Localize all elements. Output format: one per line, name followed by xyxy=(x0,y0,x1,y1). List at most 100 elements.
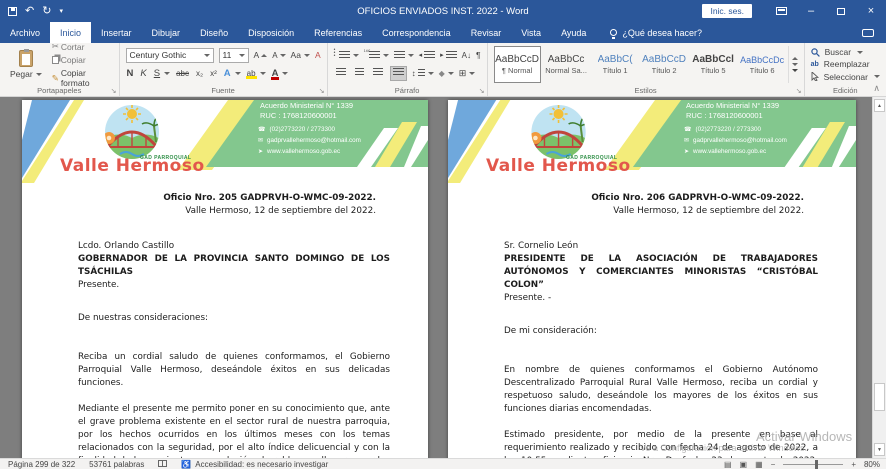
tab-referencias[interactable]: Referencias xyxy=(304,22,372,43)
restore-button[interactable] xyxy=(826,0,856,22)
clear-formatting-button[interactable]: A xyxy=(315,50,321,60)
ribbon-display-options-button[interactable] xyxy=(766,0,796,22)
style-normal[interactable]: AaBbCcD ¶ Normal xyxy=(494,46,541,83)
minimize-button[interactable]: – xyxy=(796,0,826,22)
select-button[interactable]: Seleccionar xyxy=(811,71,880,83)
document-area[interactable]: Acuerdo Ministerial N° 1339 RUC : 176812… xyxy=(0,97,886,458)
font-name-combo[interactable]: Century Gothic xyxy=(126,48,214,63)
tab-insertar[interactable]: Insertar xyxy=(91,22,142,43)
multilevel-list-button[interactable] xyxy=(394,51,414,60)
tab-disposicion[interactable]: Disposición xyxy=(238,22,304,43)
scrollbar-thumb[interactable] xyxy=(874,383,885,411)
accessibility-icon: ♿ xyxy=(181,460,191,469)
accessibility-status[interactable]: ♿Accesibilidad: es necesario investigar xyxy=(181,460,328,469)
styles-dialog-launcher-icon[interactable]: ↘ xyxy=(796,87,802,95)
close-button[interactable]: × xyxy=(856,0,886,22)
vertical-scrollbar[interactable]: ▲ ▼ xyxy=(872,97,886,458)
highlight-color-button[interactable]: ab xyxy=(246,69,266,78)
quick-access-toolbar: ↶ ↻ ▾ xyxy=(0,6,120,17)
scroll-down-button[interactable]: ▼ xyxy=(874,443,885,456)
word-count[interactable]: 53761 palabras xyxy=(89,460,144,469)
redo-icon[interactable]: ↻ xyxy=(42,6,51,17)
align-left-button[interactable] xyxy=(334,67,348,80)
print-layout-icon[interactable]: ▣ xyxy=(740,460,748,469)
font-dialog-launcher-icon[interactable]: ↘ xyxy=(319,87,325,95)
undo-icon[interactable]: ↶ xyxy=(25,6,34,17)
numbering-button[interactable] xyxy=(364,51,389,60)
tab-correspondencia[interactable]: Correspondencia xyxy=(372,22,461,43)
customize-qat-icon[interactable]: ▾ xyxy=(59,8,63,15)
style-titulo-1[interactable]: AaBbC( Título 1 xyxy=(592,46,639,83)
styles-scroll-down-icon[interactable] xyxy=(792,63,798,66)
paste-button[interactable]: Pegar xyxy=(6,46,46,83)
zoom-slider-thumb[interactable] xyxy=(815,460,818,469)
scroll-up-button[interactable]: ▲ xyxy=(874,99,885,112)
tab-revisar[interactable]: Revisar xyxy=(461,22,512,43)
align-right-button[interactable] xyxy=(371,67,385,80)
underline-button[interactable]: S xyxy=(153,68,170,79)
style-titulo-2[interactable]: AaBbCcD Título 2 xyxy=(641,46,688,83)
justify-button[interactable] xyxy=(390,66,407,81)
sign-in-button[interactable]: Inic. ses. xyxy=(702,4,752,18)
shading-button[interactable]: ◆ xyxy=(439,69,454,78)
tab-dibujar[interactable]: Dibujar xyxy=(142,22,191,43)
page-indicator[interactable]: Página 299 de 322 xyxy=(8,460,75,469)
bullets-button[interactable] xyxy=(334,51,359,60)
text-effects-button[interactable]: A xyxy=(223,68,241,79)
subscript-button[interactable]: x₂ xyxy=(195,69,204,78)
grow-font-button[interactable]: A xyxy=(254,50,268,60)
zoom-level[interactable]: 80% xyxy=(864,460,880,469)
zoom-out-button[interactable]: − xyxy=(771,460,776,469)
save-icon[interactable] xyxy=(8,7,17,16)
letterhead-acuerdo: Acuerdo Ministerial N° 1339 xyxy=(260,101,353,111)
align-center-button[interactable] xyxy=(353,67,366,80)
replace-button[interactable]: ab Reemplazar xyxy=(811,58,880,70)
clipboard-dialog-launcher-icon[interactable]: ↘ xyxy=(111,87,117,95)
borders-button[interactable]: ⊞ xyxy=(459,68,476,79)
page-1-body[interactable]: Oficio Nro. 205 GADPRVH-O-WMC-09-2022. V… xyxy=(22,183,428,458)
italic-button[interactable]: K xyxy=(139,68,147,79)
format-painter-button[interactable]: ✎Copiar formato xyxy=(52,68,109,88)
read-mode-icon[interactable]: ▤ xyxy=(724,460,732,469)
proofing-status[interactable] xyxy=(158,460,167,467)
find-button[interactable]: Buscar xyxy=(811,46,880,58)
cut-button[interactable]: ✂Cortar xyxy=(52,41,109,52)
font-color-button[interactable]: A xyxy=(271,68,289,79)
copy-icon xyxy=(52,56,59,64)
tab-archivo[interactable]: Archivo xyxy=(0,22,50,43)
strikethrough-button[interactable]: abc xyxy=(175,69,190,78)
zoom-in-button[interactable]: + xyxy=(851,460,856,469)
bold-button[interactable]: N xyxy=(126,68,135,79)
paragraph-dialog-launcher-icon[interactable]: ↘ xyxy=(479,87,485,95)
styles-gallery-expand-icon[interactable] xyxy=(792,69,798,72)
font-size-combo[interactable]: 11 xyxy=(219,48,249,63)
tab-vista[interactable]: Vista xyxy=(511,22,551,43)
document-page-2[interactable]: Acuerdo Ministerial N° 1339 RUC : 176812… xyxy=(448,100,856,458)
zoom-slider[interactable] xyxy=(783,464,843,465)
shrink-font-button[interactable]: A xyxy=(272,51,285,60)
oficio-date: Valle Hermoso, 12 de septiembre del 2022… xyxy=(78,205,376,218)
increase-indent-button[interactable]: ▸ xyxy=(440,51,457,60)
tell-me-box[interactable]: ¿Qué desea hacer? xyxy=(596,22,702,43)
superscript-button[interactable]: x² xyxy=(209,69,218,78)
style-normal-sangria[interactable]: AaBbCc Normal Sa... xyxy=(543,46,590,83)
collapse-ribbon-icon[interactable]: ∧ xyxy=(873,83,880,94)
copy-button[interactable]: Copiar xyxy=(52,55,109,65)
decrease-indent-button[interactable]: ◂ xyxy=(419,51,436,60)
web-layout-icon[interactable]: ▦ xyxy=(755,460,763,469)
line-spacing-button[interactable]: ↕ xyxy=(412,69,434,78)
document-page-1[interactable]: Acuerdo Ministerial N° 1339 RUC : 176812… xyxy=(22,100,428,458)
sort-button[interactable]: A↓ xyxy=(462,51,471,60)
select-label: Seleccionar xyxy=(824,72,868,82)
page-2-body[interactable]: Oficio Nro. 206 GADPRVH-O-WMC-09-2022. V… xyxy=(448,183,856,458)
feedback-button[interactable] xyxy=(862,22,874,43)
style-titulo-5[interactable]: AaBbCcl Título 5 xyxy=(690,46,737,83)
tab-ayuda[interactable]: Ayuda xyxy=(551,22,596,43)
tab-diseno[interactable]: Diseño xyxy=(190,22,238,43)
tab-inicio[interactable]: Inicio xyxy=(50,22,91,43)
styles-scroll-up-icon[interactable] xyxy=(792,57,798,60)
comment-icon xyxy=(862,29,874,37)
change-case-button[interactable]: Aa xyxy=(291,50,310,60)
show-marks-button[interactable]: ¶ xyxy=(476,50,481,60)
style-titulo-6[interactable]: AaBbCcDc Título 6 xyxy=(739,46,786,83)
